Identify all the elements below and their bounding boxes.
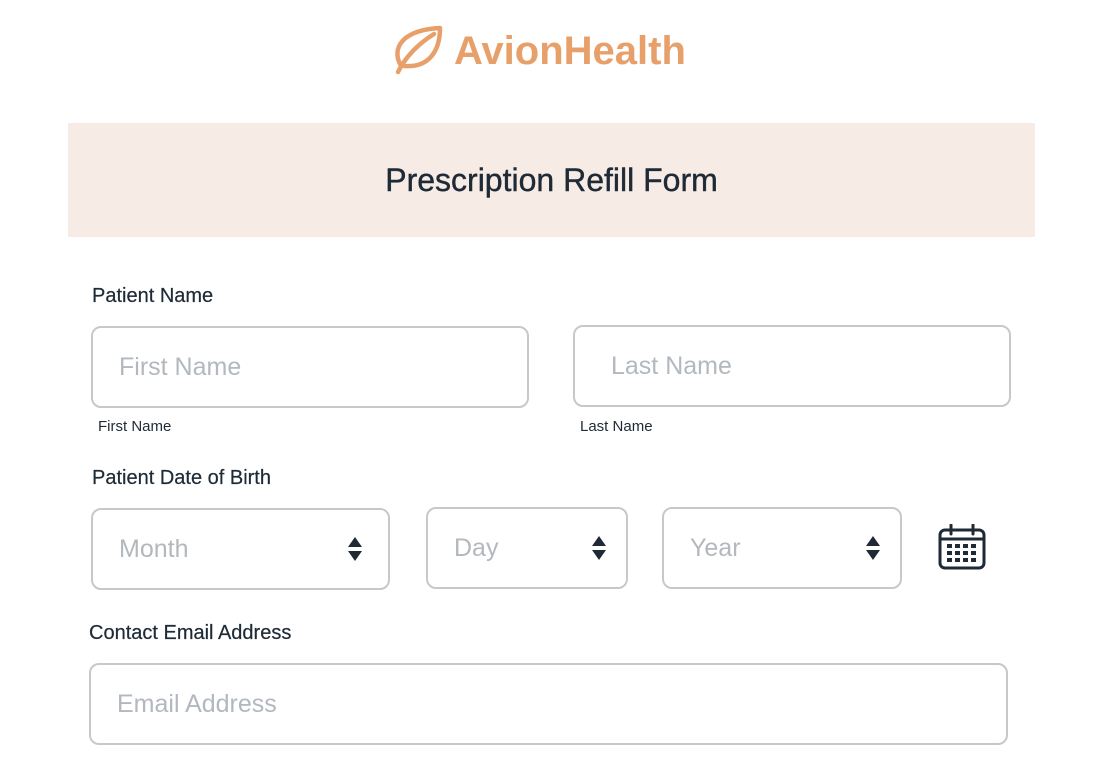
day-select-value: Day: [454, 533, 499, 562]
month-select[interactable]: Month: [91, 508, 390, 590]
last-name-sublabel: Last Name: [580, 418, 653, 435]
sort-arrows-icon: [348, 537, 362, 561]
last-name-field[interactable]: [573, 325, 1011, 407]
first-name-field[interactable]: [91, 326, 529, 408]
month-select-value: Month: [119, 534, 189, 563]
patient-name-label: Patient Name: [92, 285, 214, 307]
form-title: Prescription Refill Form: [385, 161, 718, 198]
first-name-input[interactable]: [93, 352, 527, 382]
day-select[interactable]: Day: [426, 507, 628, 589]
brand-logo: AvionHealth: [388, 20, 686, 82]
calendar-icon[interactable]: [938, 524, 986, 570]
sort-arrows-icon: [866, 536, 880, 560]
year-select-value: Year: [690, 533, 741, 562]
brand-name: AvionHealth: [454, 28, 686, 73]
email-field[interactable]: [89, 663, 1008, 745]
year-select[interactable]: Year: [662, 507, 902, 589]
form-header-banner: Prescription Refill Form: [68, 123, 1035, 237]
dob-label: Patient Date of Birth: [92, 467, 271, 489]
leaf-icon: [395, 25, 443, 75]
first-name-sublabel: First Name: [98, 418, 172, 435]
email-input[interactable]: [91, 689, 1006, 719]
prescription-refill-page: AvionHealth Prescription Refill Form Pat…: [0, 0, 1109, 758]
sort-arrows-icon: [592, 536, 606, 560]
email-label: Contact Email Address: [89, 622, 292, 644]
last-name-input[interactable]: [575, 351, 1009, 381]
